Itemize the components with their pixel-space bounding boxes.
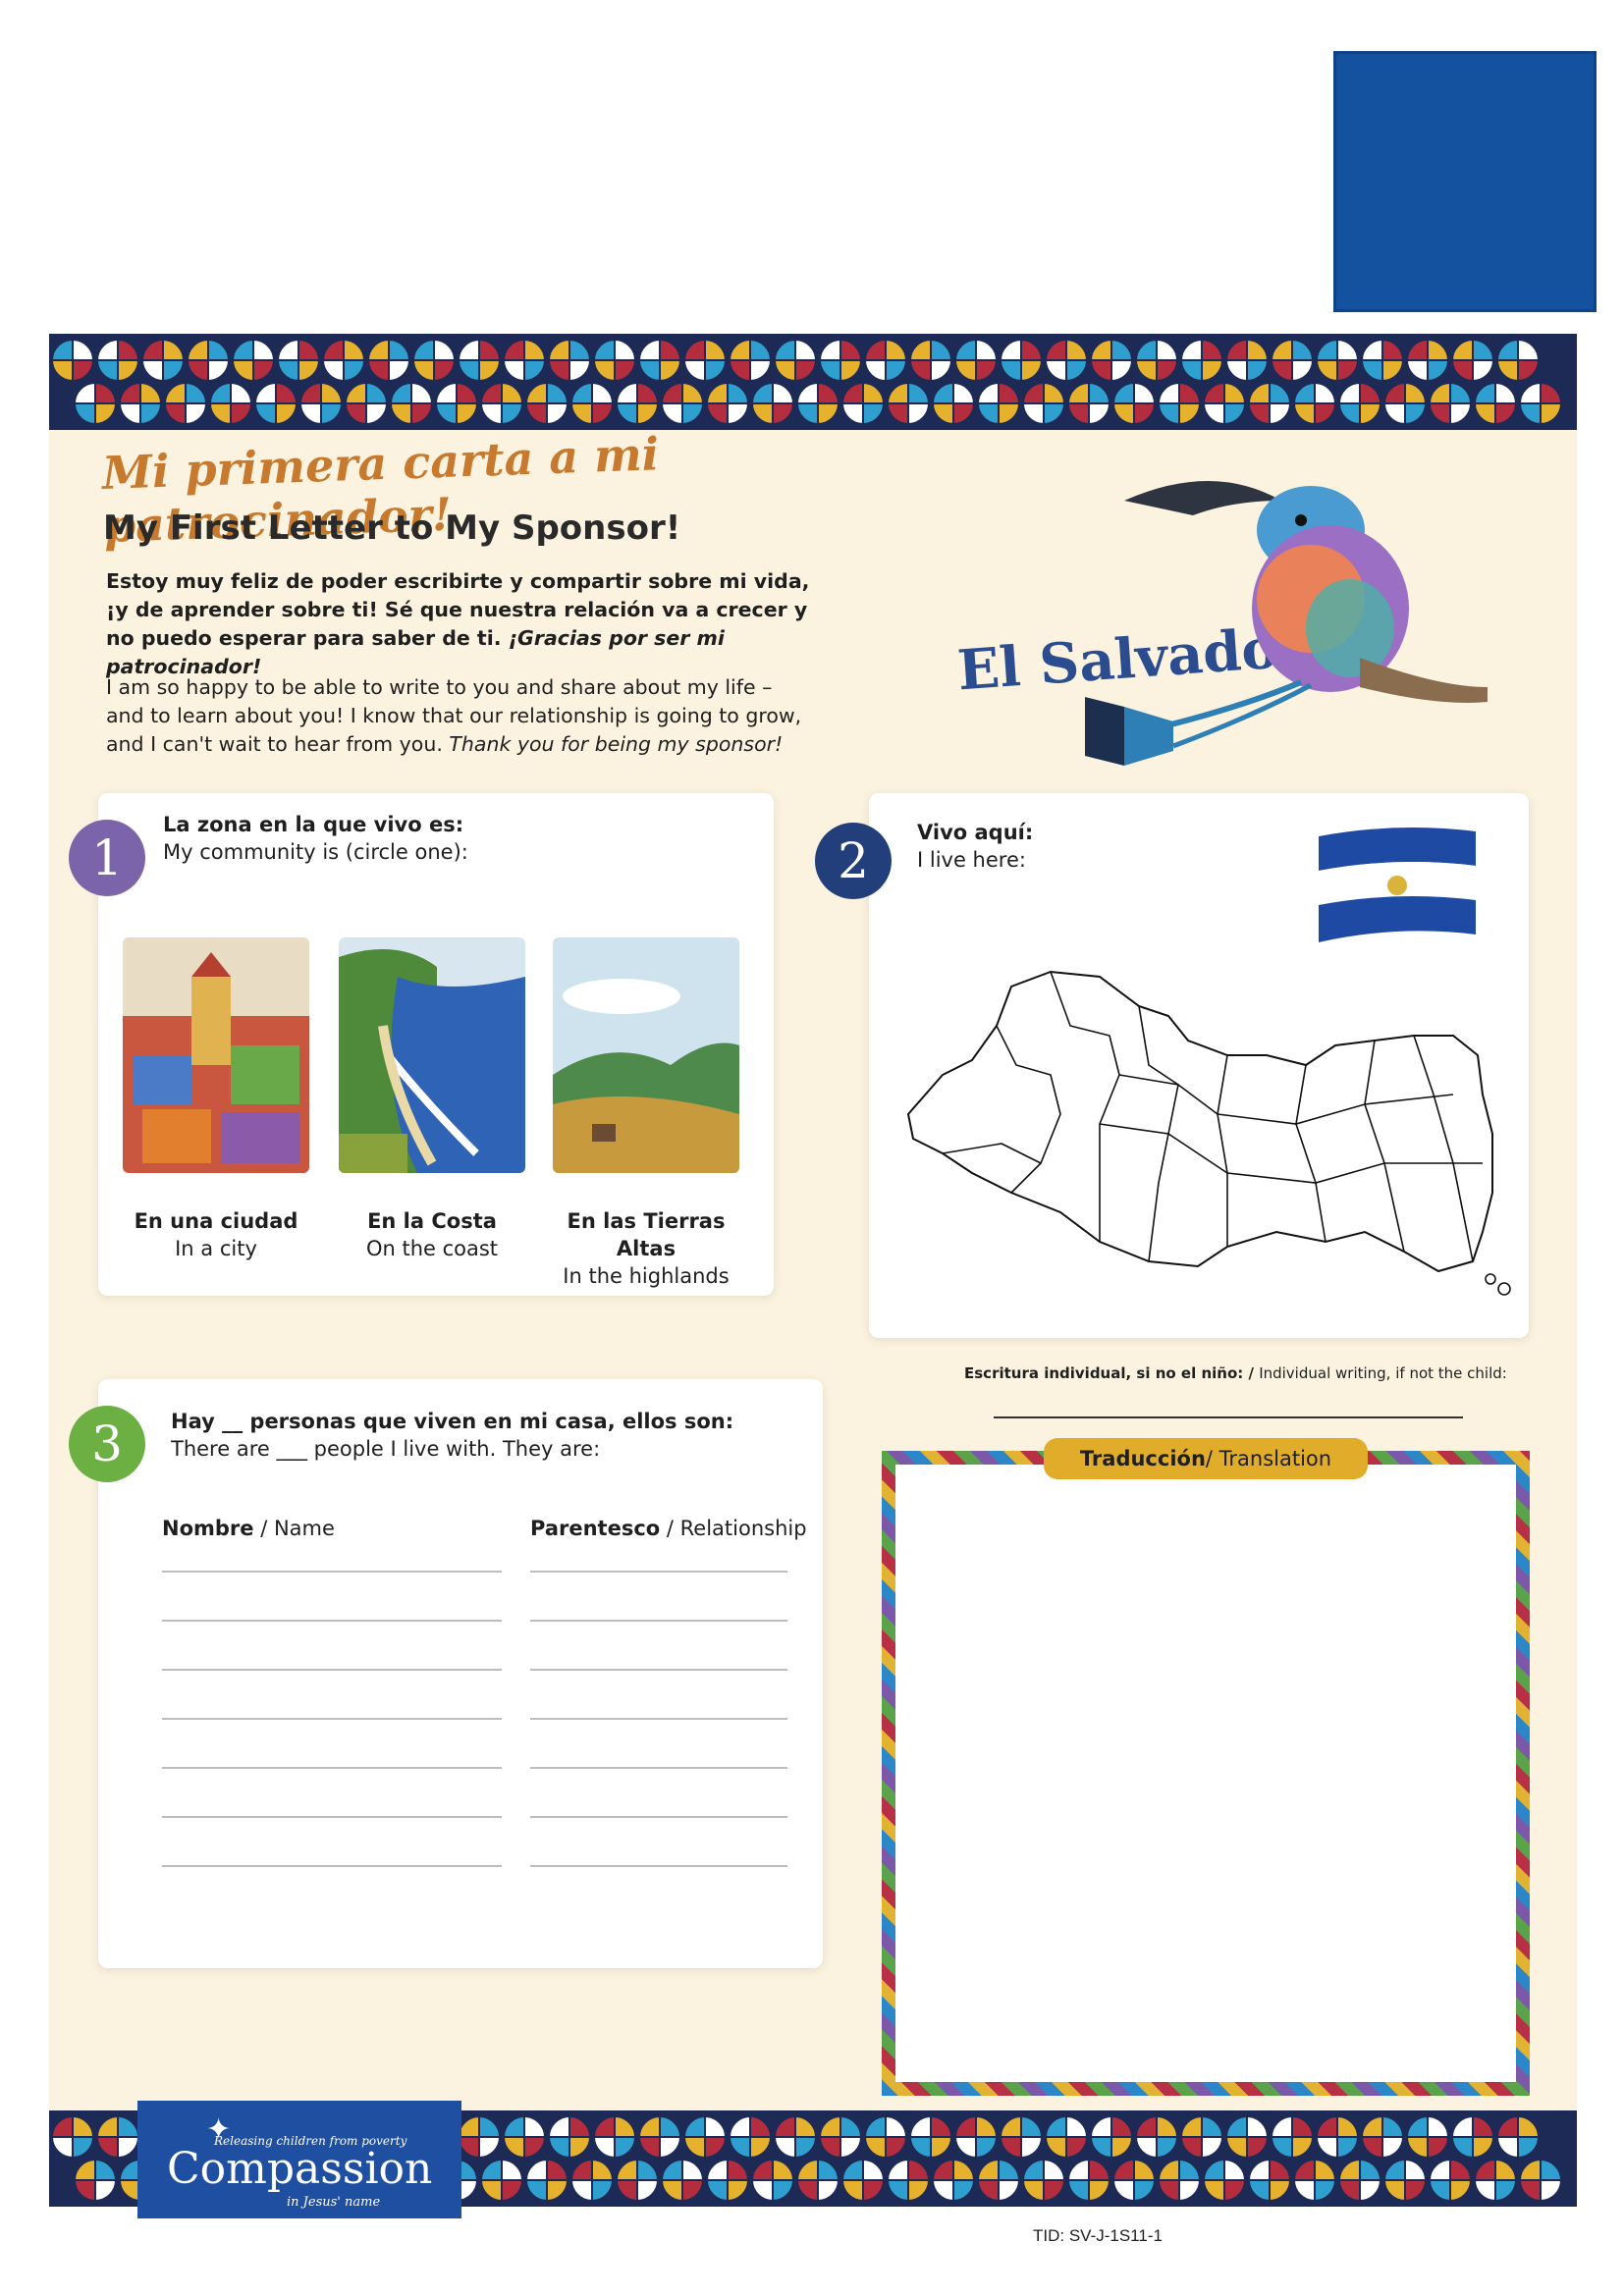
relationship-column-header: Parentesco / Relationship — [530, 1517, 807, 1540]
name-line[interactable] — [162, 1816, 502, 1818]
coast-illustration[interactable] — [339, 937, 525, 1173]
translation-tab: Traducción / Translation — [1044, 1438, 1368, 1479]
step-2-badge: 2 — [815, 823, 892, 899]
intro-english: I am so happy to be able to write to you… — [106, 675, 802, 756]
motmot-bird-illustration — [1085, 481, 1488, 766]
blue-photo-box — [1333, 51, 1597, 312]
household-card — [98, 1379, 823, 1968]
individual-writing-line[interactable] — [994, 1416, 1463, 1418]
step-3-badge: 3 — [69, 1406, 145, 1482]
translation-box[interactable] — [882, 1451, 1530, 2096]
relationship-line[interactable] — [530, 1718, 787, 1720]
relationship-line[interactable] — [530, 1571, 787, 1573]
relationship-line[interactable] — [530, 1865, 787, 1867]
highlands-illustration[interactable] — [553, 937, 739, 1173]
city-illustration[interactable] — [123, 937, 309, 1173]
step-1-badge: 1 — [69, 820, 145, 896]
name-column-header: Nombre / Name — [162, 1517, 335, 1540]
intro-spanish: Estoy muy feliz de poder escribirte y co… — [106, 569, 810, 678]
community-question: La zona en la que vivo es: My community i… — [163, 813, 468, 864]
compassion-logo: ✦ Releasing children from poverty Compas… — [137, 2101, 461, 2218]
title-english: My First Letter to My Sponsor! — [103, 508, 681, 548]
name-line[interactable] — [162, 1571, 502, 1573]
relationship-line[interactable] — [530, 1767, 787, 1769]
option-coast-caption: En la Costa On the coast — [365, 1209, 499, 1260]
relationship-line[interactable] — [530, 1620, 787, 1622]
template-id: TID: SV-J-1S11-1 — [1033, 2226, 1163, 2245]
name-line[interactable] — [162, 1620, 502, 1622]
relationship-line[interactable] — [530, 1669, 787, 1671]
location-question: Vivo aquí: I live here: — [917, 821, 1034, 872]
household-question: Hay __ personas que viven en mi casa, el… — [171, 1410, 734, 1461]
name-line[interactable] — [162, 1669, 502, 1671]
top-pattern-band — [49, 334, 1577, 430]
option-highlands-caption: En las Tierras Altas In the highlands — [563, 1209, 730, 1288]
name-line[interactable] — [162, 1865, 502, 1867]
option-city-caption: En una ciudad In a city — [134, 1209, 298, 1260]
el-salvador-flag — [1319, 828, 1476, 942]
name-line[interactable] — [162, 1718, 502, 1720]
relationship-line[interactable] — [530, 1816, 787, 1818]
name-line[interactable] — [162, 1767, 502, 1769]
el-salvador-map[interactable] — [903, 967, 1512, 1301]
individual-writing-label: Escritura individual, si no el niño: / I… — [964, 1364, 1507, 1382]
